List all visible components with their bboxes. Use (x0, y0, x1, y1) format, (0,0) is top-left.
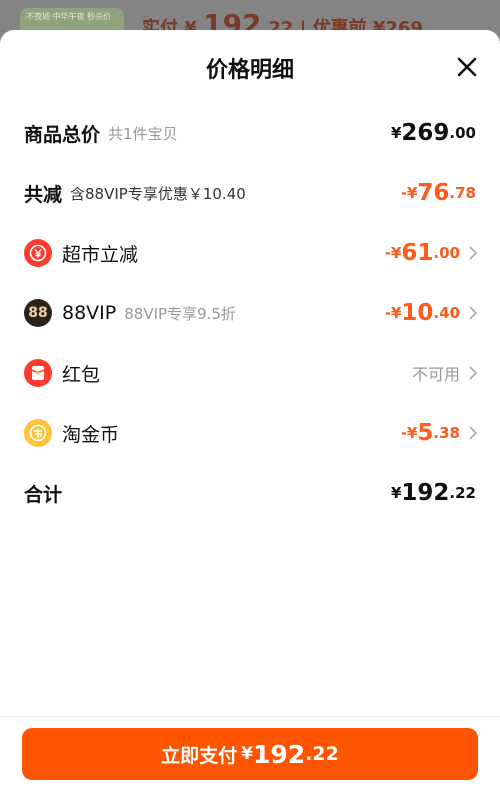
currency-symbol: ¥ (390, 124, 402, 142)
total-price-label: 商品总价 (24, 123, 101, 146)
red-packet-icon (24, 359, 52, 387)
price-detail-sheet: 价格明细 商品总价 共1件宝贝 ¥269.00 共减 含88VIP专享优惠￥10… (0, 30, 500, 793)
pay-dec: .22 (305, 743, 339, 765)
minus-currency: -¥ (384, 304, 402, 322)
row-total-price: 商品总价 共1件宝贝 ¥269.00 (24, 113, 476, 153)
row-supermarket-discount[interactable]: 超市立减 -¥ 61.00 (24, 233, 478, 273)
close-icon[interactable] (454, 54, 480, 80)
sum-label: 合计 (24, 483, 63, 506)
currency-symbol: ¥ (390, 484, 402, 502)
price-int: 10 (401, 300, 434, 326)
minus-currency: -¥ (384, 244, 402, 262)
total-price-value: ¥269.00 (391, 120, 476, 146)
price-int: 5 (417, 420, 434, 446)
supermarket-discount-value: -¥ 61.00 (384, 240, 478, 266)
88vip-note: 88VIP专享9.5折 (124, 304, 236, 323)
item-count: 共1件宝贝 (108, 124, 178, 143)
price-dec: .40 (433, 304, 460, 322)
88vip-discount-value: -¥ 10.40 (384, 300, 478, 326)
row-sum: 合计 ¥192.22 (24, 473, 476, 513)
chevron-right-icon (468, 305, 478, 321)
price-dec: .00 (449, 124, 476, 142)
supermarket-discount-icon (24, 239, 52, 267)
taojin-coin-icon (24, 419, 52, 447)
supermarket-discount-label: 超市立减 (62, 243, 139, 266)
row-red-packet[interactable]: 红包 不可用 (24, 353, 478, 393)
pay-int: 192 (253, 739, 306, 769)
pay-now-button[interactable]: 立即支付 ¥192.22 (22, 728, 478, 780)
price-int: 76 (417, 180, 450, 206)
row-88vip-discount[interactable]: 88 88VIP 88VIP专享9.5折 -¥ 10.40 (24, 293, 478, 333)
sum-value: ¥192.22 (391, 480, 476, 506)
reduction-note: 含88VIP专享优惠￥10.40 (70, 184, 246, 203)
red-packet-label: 红包 (62, 363, 101, 386)
88vip-badge-icon: 88 (24, 299, 52, 327)
price-dec: .38 (433, 424, 460, 442)
red-packet-status-group: 不可用 (411, 361, 478, 385)
minus-currency: -¥ (400, 424, 418, 442)
minus-currency: -¥ (400, 184, 418, 202)
red-packet-status: 不可用 (411, 365, 460, 384)
reduction-value: -¥ 76.78 (401, 180, 476, 206)
price-dec: .22 (449, 484, 476, 502)
reduction-label: 共减 (24, 183, 63, 206)
taojin-coin-value: -¥ 5.38 (400, 420, 478, 446)
pay-now-label: 立即支付 (161, 744, 238, 767)
pay-currency: ¥ (241, 744, 253, 764)
price-int: 61 (401, 240, 434, 266)
taojin-coin-label: 淘金币 (62, 423, 120, 446)
chevron-right-icon (468, 365, 478, 381)
sheet-title: 价格明细 (205, 58, 294, 83)
price-dec: .00 (433, 244, 460, 262)
88vip-label: 88VIP (62, 302, 117, 324)
price-int: 192 (401, 480, 450, 506)
sheet-footer: 立即支付 ¥192.22 (0, 716, 500, 793)
row-total-reduction: 共减 含88VIP专享优惠￥10.40 -¥ 76.78 (24, 173, 476, 213)
thumbnail-label: 不夜城·中华午夜 秒杀价 (26, 12, 112, 21)
chevron-right-icon (468, 425, 478, 441)
chevron-right-icon (468, 245, 478, 261)
price-dec: .78 (449, 184, 476, 202)
price-int: 269 (401, 120, 450, 146)
row-taojin-coin[interactable]: 淘金币 -¥ 5.38 (24, 413, 478, 453)
